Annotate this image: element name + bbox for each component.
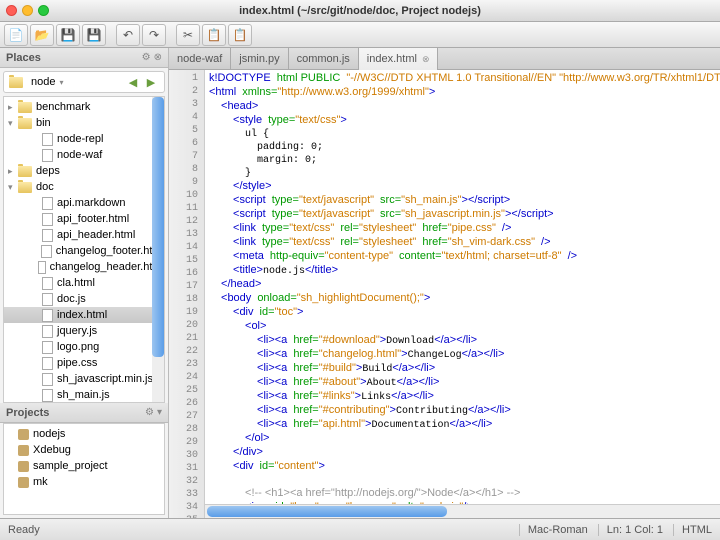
editor-tab[interactable]: jsmin.py <box>231 48 288 70</box>
project-item[interactable]: mk <box>4 474 164 490</box>
new-file-button[interactable]: 📄 <box>4 24 28 46</box>
tree-item[interactable]: changelog_footer.html <box>4 243 164 259</box>
tree-item[interactable]: ▸deps <box>4 163 164 179</box>
close-tab-icon[interactable]: ⊗ <box>422 54 430 65</box>
redo-icon: ↷ <box>149 28 159 42</box>
paste-button[interactable]: 📋 <box>228 24 252 46</box>
cut-button[interactable]: ✂ <box>176 24 200 46</box>
project-item[interactable]: Xdebug <box>4 442 164 458</box>
projects-header: Projects ⚙ ▾ <box>0 403 168 423</box>
tree-item[interactable]: pipe.css <box>4 355 164 371</box>
code-content[interactable]: k!DOCTYPE html PUBLIC "-//W3C//DTD XHTML… <box>205 70 720 518</box>
code-area[interactable]: 1234567891011121314151617181920212223242… <box>169 70 720 518</box>
tree-item[interactable]: sh_javascript.min.js <box>4 371 164 387</box>
folder-open-icon: 📂 <box>35 28 50 42</box>
close-icon[interactable] <box>6 5 17 16</box>
redo-button[interactable]: ↷ <box>142 24 166 46</box>
statusbar: Ready Mac-Roman Ln: 1 Col: 1 HTML <box>0 518 720 540</box>
file-tree: ▸benchmark▾binnode-replnode-waf▸deps▾doc… <box>3 96 165 403</box>
zoom-icon[interactable] <box>38 5 49 16</box>
window-title: index.html (~/src/git/node/doc, Project … <box>239 5 481 17</box>
tree-item[interactable]: sh_main.js <box>4 387 164 403</box>
editor: node-wafjsmin.pycommon.jsindex.html⊗ 123… <box>169 48 720 518</box>
tree-item[interactable]: cla.html <box>4 275 164 291</box>
scrollbar-thumb[interactable] <box>152 97 164 357</box>
folder-icon <box>9 77 23 88</box>
copy-icon: 📋 <box>207 28 222 42</box>
minimize-icon[interactable] <box>22 5 33 16</box>
tree-item[interactable]: jquery.js <box>4 323 164 339</box>
editor-tabs: node-wafjsmin.pycommon.jsindex.html⊗ <box>169 48 720 70</box>
tree-item[interactable]: changelog_header.html <box>4 259 164 275</box>
nav-back-icon[interactable]: ◀ <box>125 74 141 90</box>
status-text: Ready <box>8 524 40 536</box>
save-icon: 💾 <box>61 28 76 42</box>
tree-item[interactable]: node-repl <box>4 131 164 147</box>
file-icon: 📄 <box>9 28 24 42</box>
chevron-down-icon: ▾ <box>59 78 63 87</box>
places-label: Places <box>6 52 41 64</box>
undo-icon: ↶ <box>123 28 133 42</box>
folder-selector[interactable]: node ▾ ◀ ▶ <box>3 71 165 93</box>
save-button[interactable]: 💾 <box>56 24 80 46</box>
undo-button[interactable]: ↶ <box>116 24 140 46</box>
tree-item[interactable]: index.html <box>4 307 164 323</box>
line-gutter: 1234567891011121314151617181920212223242… <box>169 70 205 518</box>
save-all-button[interactable]: 💾 <box>82 24 106 46</box>
editor-tab[interactable]: index.html⊗ <box>359 48 439 70</box>
cut-icon: ✂ <box>183 28 193 42</box>
gear-icon[interactable]: ⚙ <box>142 52 151 63</box>
scrollbar-track[interactable] <box>152 97 164 402</box>
status-position: Ln: 1 Col: 1 <box>598 524 663 536</box>
projects-list: nodejsXdebugsample_projectmk <box>3 423 165 515</box>
tree-item[interactable]: api.markdown <box>4 195 164 211</box>
nav-fwd-icon[interactable]: ▶ <box>143 74 159 90</box>
titlebar: index.html (~/src/git/node/doc, Project … <box>0 0 720 22</box>
tree-item[interactable]: ▾bin <box>4 115 164 131</box>
status-encoding[interactable]: Mac-Roman <box>519 524 588 536</box>
paste-icon: 📋 <box>233 28 248 42</box>
h-scrollbar[interactable] <box>205 504 720 518</box>
project-item[interactable]: nodejs <box>4 426 164 442</box>
editor-tab[interactable]: node-waf <box>169 48 231 70</box>
editor-tab[interactable]: common.js <box>289 48 359 70</box>
places-header: Places ⚙ ⊗ <box>0 48 168 68</box>
chevron-down-icon[interactable]: ▾ <box>157 407 162 418</box>
toolbar: 📄 📂 💾 💾 ↶ ↷ ✂ 📋 📋 <box>0 22 720 48</box>
tree-item[interactable]: doc.js <box>4 291 164 307</box>
close-panel-icon[interactable]: ⊗ <box>154 52 162 63</box>
tree-item[interactable]: ▾doc <box>4 179 164 195</box>
h-scroll-thumb[interactable] <box>207 506 447 517</box>
status-mode[interactable]: HTML <box>673 524 712 536</box>
sidebar: Places ⚙ ⊗ node ▾ ◀ ▶ ▸benchmark▾binnode… <box>0 48 169 518</box>
save-all-icon: 💾 <box>87 28 102 42</box>
gear-icon[interactable]: ⚙ <box>145 407 154 418</box>
tree-item[interactable]: ▸benchmark <box>4 99 164 115</box>
selector-label: node <box>31 76 55 88</box>
tree-item[interactable]: logo.png <box>4 339 164 355</box>
tree-item[interactable]: api_footer.html <box>4 211 164 227</box>
projects-label: Projects <box>6 407 49 419</box>
copy-button[interactable]: 📋 <box>202 24 226 46</box>
window-controls <box>6 5 49 16</box>
tree-item[interactable]: api_header.html <box>4 227 164 243</box>
open-button[interactable]: 📂 <box>30 24 54 46</box>
tree-item[interactable]: node-waf <box>4 147 164 163</box>
project-item[interactable]: sample_project <box>4 458 164 474</box>
